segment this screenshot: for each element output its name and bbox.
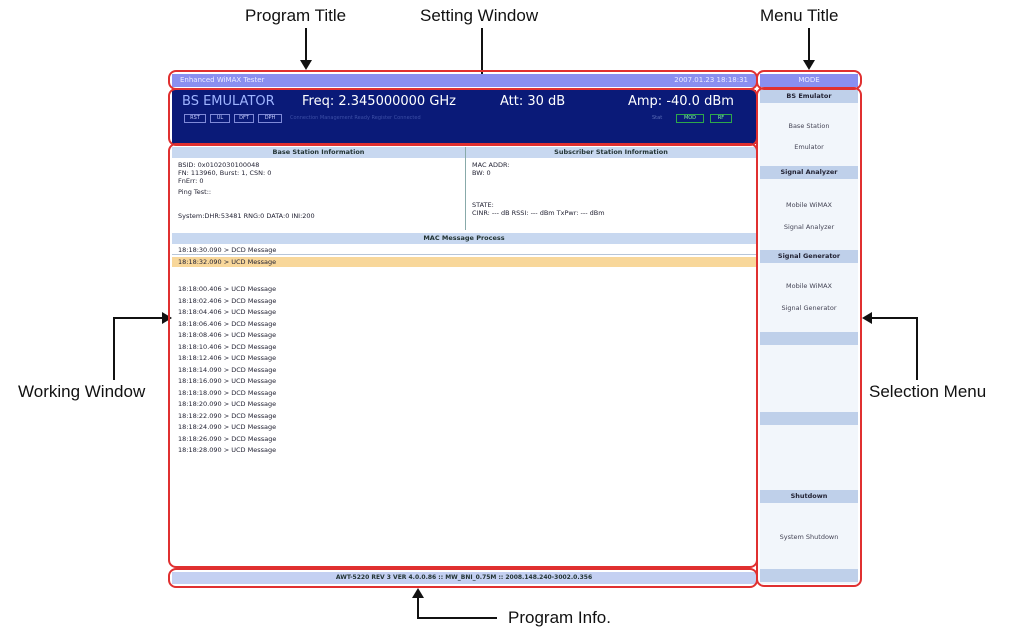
menu-item-signal-generator[interactable]: Signal Generator	[760, 304, 858, 312]
program-info-bar: AWT-5220 REV 3 VER 4.0.0.86 :: MW_BNI_0.…	[172, 572, 756, 584]
menu-item-mobile-wimax[interactable]: Mobile WiMAX	[760, 201, 858, 209]
frequency-setting[interactable]: Freq: 2.345000000 GHz	[302, 94, 456, 109]
menu-section-shutdown[interactable]: Shutdown	[760, 490, 858, 503]
dph-button[interactable]: DPH	[258, 114, 282, 123]
annotation-working-window: Working Window	[18, 382, 146, 401]
menu-section-bs-emulator[interactable]: BS Emulator	[760, 90, 858, 103]
mac-message-row[interactable]: 18:18:20.090 > UCD Message	[172, 399, 756, 409]
menu-item-system-shutdown[interactable]: System Shutdown	[760, 533, 858, 541]
bs-info-line: FnErr: 0	[178, 177, 204, 185]
annotation-arrow-head	[862, 312, 872, 324]
annotation-arrow-shaft	[113, 318, 115, 380]
bs-info-line: Ping Test::	[178, 188, 212, 196]
subscriber-station-info: MAC ADDR: BW: 0 STATE: CINR: --- dB RSSI…	[466, 158, 756, 230]
rst-button[interactable]: RST	[184, 114, 206, 123]
mac-message-row[interactable]: 18:18:00.406 > UCD Message	[172, 284, 756, 294]
mac-message-row[interactable]: 18:18:04.406 > UCD Message	[172, 307, 756, 317]
subscriber-station-header: Subscriber Station Information	[466, 147, 756, 158]
connection-status-text: Connection Management Ready Register Con…	[290, 115, 421, 121]
annotation-arrow-head	[803, 60, 815, 70]
attenuation-setting[interactable]: Att: 30 dB	[500, 94, 565, 109]
setting-window: BS EMULATOR Freq: 2.345000000 GHz Att: 3…	[172, 90, 756, 144]
ss-info-line: MAC ADDR:	[472, 161, 510, 169]
mac-message-row[interactable]: 18:18:18.090 > DCD Message	[172, 388, 756, 398]
base-station-info: BSID: 0x0102030100048 FN: 113960, Burst:…	[172, 158, 465, 230]
menu-section-signal-generator[interactable]: Signal Generator	[760, 250, 858, 263]
mac-message-row[interactable]: 18:18:22.090 > DCD Message	[172, 411, 756, 421]
annotation-arrow-shaft	[916, 318, 918, 380]
mac-message-header: MAC Message Process	[172, 233, 756, 244]
status-label: Stat	[652, 115, 663, 121]
annotation-arrow-shaft	[305, 28, 307, 60]
bs-info-line: FN: 113960, Burst: 1, CSN: 0	[178, 169, 272, 177]
ss-info-line: CINR: --- dB RSSI: --- dBm TxPwr: --- dB…	[472, 209, 605, 217]
ss-info-line	[472, 185, 750, 193]
program-title: Enhanced WiMAX Tester	[180, 76, 265, 84]
mac-message-row[interactable]: 18:18:10.406 > DCD Message	[172, 342, 756, 352]
program-title-bar: Enhanced WiMAX Tester 2007.01.23 18:18:3…	[172, 74, 756, 87]
annotation-arrow-shaft	[417, 596, 419, 618]
base-station-header: Base Station Information	[172, 147, 465, 158]
annotation-arrow-shaft	[808, 28, 810, 60]
menu-item-mobile-wimax[interactable]: Mobile WiMAX	[760, 282, 858, 290]
amplitude-setting[interactable]: Amp: -40.0 dBm	[628, 94, 734, 109]
mac-message-row[interactable]: 18:18:16.090 > UCD Message	[172, 376, 756, 386]
rf-status-button[interactable]: RF	[710, 114, 732, 123]
bs-info-line	[178, 196, 459, 204]
mac-message-row[interactable]	[172, 268, 756, 278]
mode-label: BS EMULATOR	[182, 94, 275, 109]
menu-empty-slot	[760, 569, 858, 582]
ss-info-line: STATE:	[472, 201, 494, 209]
bs-info-line: BSID: 0x0102030100048	[178, 161, 260, 169]
mac-message-row[interactable]: 18:18:14.090 > DCD Message	[172, 365, 756, 375]
annotation-arrow-shaft	[481, 28, 483, 78]
datetime-display: 2007.01.23 18:18:31	[674, 76, 748, 84]
menu-item-base-station[interactable]: Base Station	[760, 122, 858, 130]
annotation-arrow-head	[162, 312, 172, 324]
mac-message-row[interactable]: 18:18:02.406 > DCD Message	[172, 296, 756, 306]
annotation-arrow-shaft	[872, 317, 918, 319]
mac-message-row[interactable]: 18:18:06.406 > DCD Message	[172, 319, 756, 329]
mac-message-row-selected[interactable]: 18:18:32.090 > UCD Message	[172, 256, 756, 267]
mac-message-row[interactable]: 18:18:12.406 > UCD Message	[172, 353, 756, 363]
menu-item-emulator[interactable]: Emulator	[760, 143, 858, 151]
menu-title: MODE	[760, 74, 858, 87]
annotation-arrow-head	[412, 588, 424, 598]
annotation-program-info: Program Info.	[508, 608, 611, 627]
mac-message-row[interactable]: 18:18:28.090 > UCD Message	[172, 445, 756, 455]
mac-message-row[interactable]: 18:18:08.406 > UCD Message	[172, 330, 756, 340]
menu-empty-slot	[760, 332, 858, 345]
mac-message-row[interactable]: 18:18:26.090 > DCD Message	[172, 434, 756, 444]
annotation-menu-title: Menu Title	[760, 6, 839, 25]
mac-message-row[interactable]: 18:18:30.090 > DCD Message	[172, 245, 756, 255]
annotation-arrow-head	[300, 60, 312, 70]
ss-info-line	[472, 177, 750, 185]
annotation-program-title: Program Title	[245, 6, 347, 25]
annotation-setting-window: Setting Window	[420, 6, 539, 25]
ss-info-line: BW: 0	[472, 169, 491, 177]
menu-empty-slot	[760, 412, 858, 425]
menu-section-signal-analyzer[interactable]: Signal Analyzer	[760, 166, 858, 179]
ul-button[interactable]: UL	[210, 114, 230, 123]
menu-item-signal-analyzer[interactable]: Signal Analyzer	[760, 223, 858, 231]
mod-status-button[interactable]: MOD	[676, 114, 704, 123]
ss-info-line	[472, 193, 750, 201]
annotation-selection-menu: Selection Menu	[869, 382, 987, 401]
bs-info-line	[178, 204, 459, 212]
mac-message-row[interactable]: 18:18:24.090 > UCD Message	[172, 422, 756, 432]
bs-info-line: System:DHR:53481 RNG:0 DATA:0 INI:200	[178, 212, 315, 220]
dft-button[interactable]: DFT	[234, 114, 254, 123]
annotation-arrow-shaft	[113, 317, 163, 319]
annotation-arrow-shaft	[417, 617, 497, 619]
